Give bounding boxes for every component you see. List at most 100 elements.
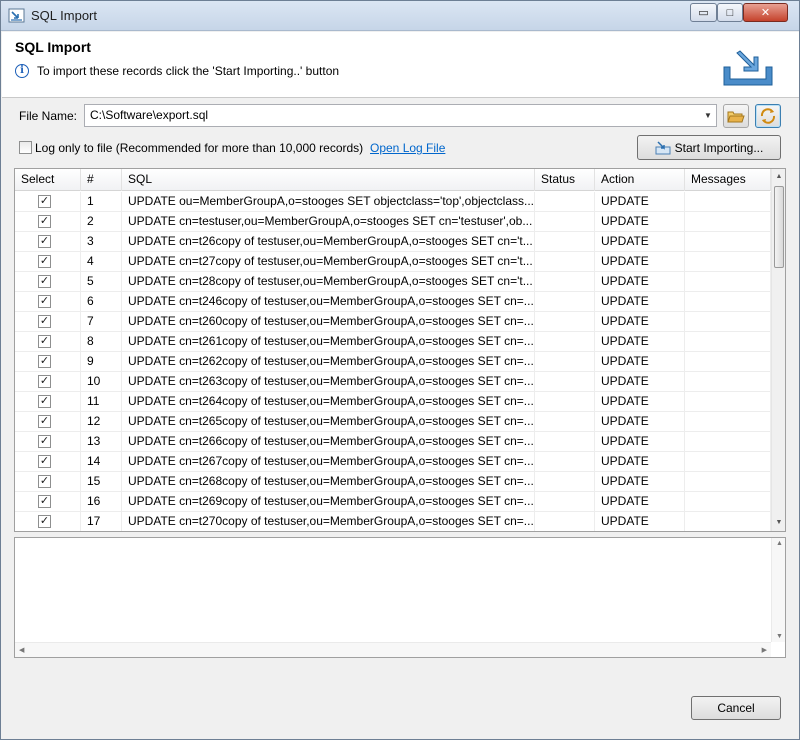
status-cell (535, 252, 595, 272)
open-log-file-link[interactable]: Open Log File (370, 141, 445, 155)
status-cell (535, 512, 595, 531)
messages-cell (685, 472, 771, 492)
minimize-button[interactable]: ▭ (690, 3, 717, 22)
log-horizontal-scrollbar[interactable]: ◀ ▶ (15, 642, 771, 657)
column-header-action[interactable]: Action (595, 169, 685, 191)
table-row[interactable]: ✓ 12 UPDATE cn=t265copy of testuser,ou=Mem… (15, 412, 771, 432)
table-row[interactable]: ✓ 7 UPDATE cn=t260copy of testuser,ou=Memb… (15, 312, 771, 332)
column-header-sql[interactable]: SQL (122, 169, 535, 191)
refresh-icon (760, 108, 776, 124)
start-importing-button[interactable]: Start Importing... (637, 135, 781, 160)
reload-file-button[interactable] (755, 104, 781, 128)
row-select-checkbox[interactable]: ✓ (38, 475, 51, 488)
select-cell: ✓ (15, 492, 81, 512)
select-cell: ✓ (15, 512, 81, 531)
action-cell: UPDATE (595, 272, 685, 292)
table-row[interactable]: ✓ 2 UPDATE cn=testuser,ou=MemberGroupA,o=s… (15, 212, 771, 232)
status-cell (535, 312, 595, 332)
status-cell (535, 412, 595, 432)
table-row[interactable]: ✓ 1 UPDATE ou=MemberGroupA,o=stooges SET o… (15, 192, 771, 212)
sql-statement: UPDATE cn=t266copy of testuser,ou=Member… (122, 432, 535, 452)
row-number: 14 (81, 452, 122, 472)
select-cell: ✓ (15, 312, 81, 332)
table-row[interactable]: ✓ 11 UPDATE cn=t264copy of testuser,ou=Mem… (15, 392, 771, 412)
status-cell (535, 432, 595, 452)
scrollbar-thumb[interactable] (774, 186, 784, 268)
row-number: 5 (81, 272, 122, 292)
sql-statement: UPDATE cn=t28copy of testuser,ou=MemberG… (122, 272, 535, 292)
row-select-checkbox[interactable]: ✓ (38, 435, 51, 448)
select-cell: ✓ (15, 412, 81, 432)
select-cell: ✓ (15, 212, 81, 232)
table-row[interactable]: ✓ 15 UPDATE cn=t268copy of testuser,ou=Mem… (15, 472, 771, 492)
column-header-number[interactable]: # (81, 169, 122, 191)
log-only-checkbox[interactable] (19, 141, 32, 154)
maximize-icon: □ (726, 6, 734, 19)
row-select-checkbox[interactable]: ✓ (38, 515, 51, 528)
table-row[interactable]: ✓ 9 UPDATE cn=t262copy of testuser,ou=Memb… (15, 352, 771, 372)
row-select-checkbox[interactable]: ✓ (38, 215, 51, 228)
messages-cell (685, 312, 771, 332)
select-cell: ✓ (15, 372, 81, 392)
row-number: 7 (81, 312, 122, 332)
status-cell (535, 492, 595, 512)
scroll-right-icon[interactable]: ▶ (762, 646, 767, 654)
scroll-up-icon[interactable]: ▲ (772, 169, 785, 185)
action-cell: UPDATE (595, 452, 685, 472)
open-file-button[interactable] (723, 104, 749, 128)
title-bar[interactable]: SQL Import ▭ □ ✕ (1, 1, 799, 31)
row-select-checkbox[interactable]: ✓ (38, 235, 51, 248)
column-header-select[interactable]: Select (15, 169, 81, 191)
table-row[interactable]: ✓ 14 UPDATE cn=t267copy of testuser,ou=Mem… (15, 452, 771, 472)
row-select-checkbox[interactable]: ✓ (38, 255, 51, 268)
table-row[interactable]: ✓ 13 UPDATE cn=t266copy of testuser,ou=Mem… (15, 432, 771, 452)
log-vertical-scrollbar[interactable]: ▲ ▼ (771, 538, 785, 642)
table-vertical-scrollbar[interactable]: ▲ ▼ (771, 169, 785, 531)
import-log-textarea[interactable]: ▲ ▼ ◀ ▶ (14, 537, 786, 658)
file-name-combo[interactable]: C:\Software\export.sql ▼ (84, 104, 717, 127)
select-cell: ✓ (15, 472, 81, 492)
action-cell: UPDATE (595, 372, 685, 392)
sql-statement: UPDATE cn=t263copy of testuser,ou=Member… (122, 372, 535, 392)
cancel-button[interactable]: Cancel (691, 696, 781, 720)
table-row[interactable]: ✓ 8 UPDATE cn=t261copy of testuser,ou=Memb… (15, 332, 771, 352)
scroll-down-icon[interactable]: ▼ (772, 515, 785, 531)
row-select-checkbox[interactable]: ✓ (38, 375, 51, 388)
column-header-status[interactable]: Status (535, 169, 595, 191)
row-select-checkbox[interactable]: ✓ (38, 335, 51, 348)
row-select-checkbox[interactable]: ✓ (38, 315, 51, 328)
row-select-checkbox[interactable]: ✓ (38, 415, 51, 428)
row-select-checkbox[interactable]: ✓ (38, 395, 51, 408)
action-cell: UPDATE (595, 492, 685, 512)
table-row[interactable]: ✓ 3 UPDATE cn=t26copy of testuser,ou=Membe… (15, 232, 771, 252)
scroll-up-icon[interactable]: ▲ (776, 540, 783, 547)
row-select-checkbox[interactable]: ✓ (38, 455, 51, 468)
table-row[interactable]: ✓ 16 UPDATE cn=t269copy of testuser,ou=Mem… (15, 492, 771, 512)
select-cell: ✓ (15, 292, 81, 312)
select-cell: ✓ (15, 352, 81, 372)
file-name-value: C:\Software\export.sql (90, 108, 209, 122)
start-importing-label: Start Importing... (674, 140, 764, 155)
log-only-label[interactable]: Log only to file (Recommended for more t… (35, 141, 363, 155)
table-row[interactable]: ✓ 17 UPDATE cn=t270copy of testuser,ou=Mem… (15, 512, 771, 531)
table-row[interactable]: ✓ 10 UPDATE cn=t263copy of testuser,ou=Mem… (15, 372, 771, 392)
column-header-messages[interactable]: Messages (685, 169, 771, 191)
table-row[interactable]: ✓ 6 UPDATE cn=t246copy of testuser,ou=Memb… (15, 292, 771, 312)
row-select-checkbox[interactable]: ✓ (38, 495, 51, 508)
action-cell: UPDATE (595, 292, 685, 312)
import-icon (655, 140, 671, 154)
scroll-left-icon[interactable]: ◀ (19, 646, 24, 654)
table-row[interactable]: ✓ 4 UPDATE cn=t27copy of testuser,ou=Membe… (15, 252, 771, 272)
row-select-checkbox[interactable]: ✓ (38, 275, 51, 288)
row-select-checkbox[interactable]: ✓ (38, 355, 51, 368)
scroll-down-icon[interactable]: ▼ (776, 633, 783, 640)
chevron-down-icon[interactable]: ▼ (700, 105, 716, 126)
table-row[interactable]: ✓ 5 UPDATE cn=t28copy of testuser,ou=Membe… (15, 272, 771, 292)
action-cell: UPDATE (595, 312, 685, 332)
row-select-checkbox[interactable]: ✓ (38, 295, 51, 308)
row-select-checkbox[interactable]: ✓ (38, 195, 51, 208)
close-button[interactable]: ✕ (743, 3, 788, 22)
status-cell (535, 212, 595, 232)
maximize-button[interactable]: □ (717, 3, 743, 22)
sql-statement: UPDATE cn=t265copy of testuser,ou=Member… (122, 412, 535, 432)
